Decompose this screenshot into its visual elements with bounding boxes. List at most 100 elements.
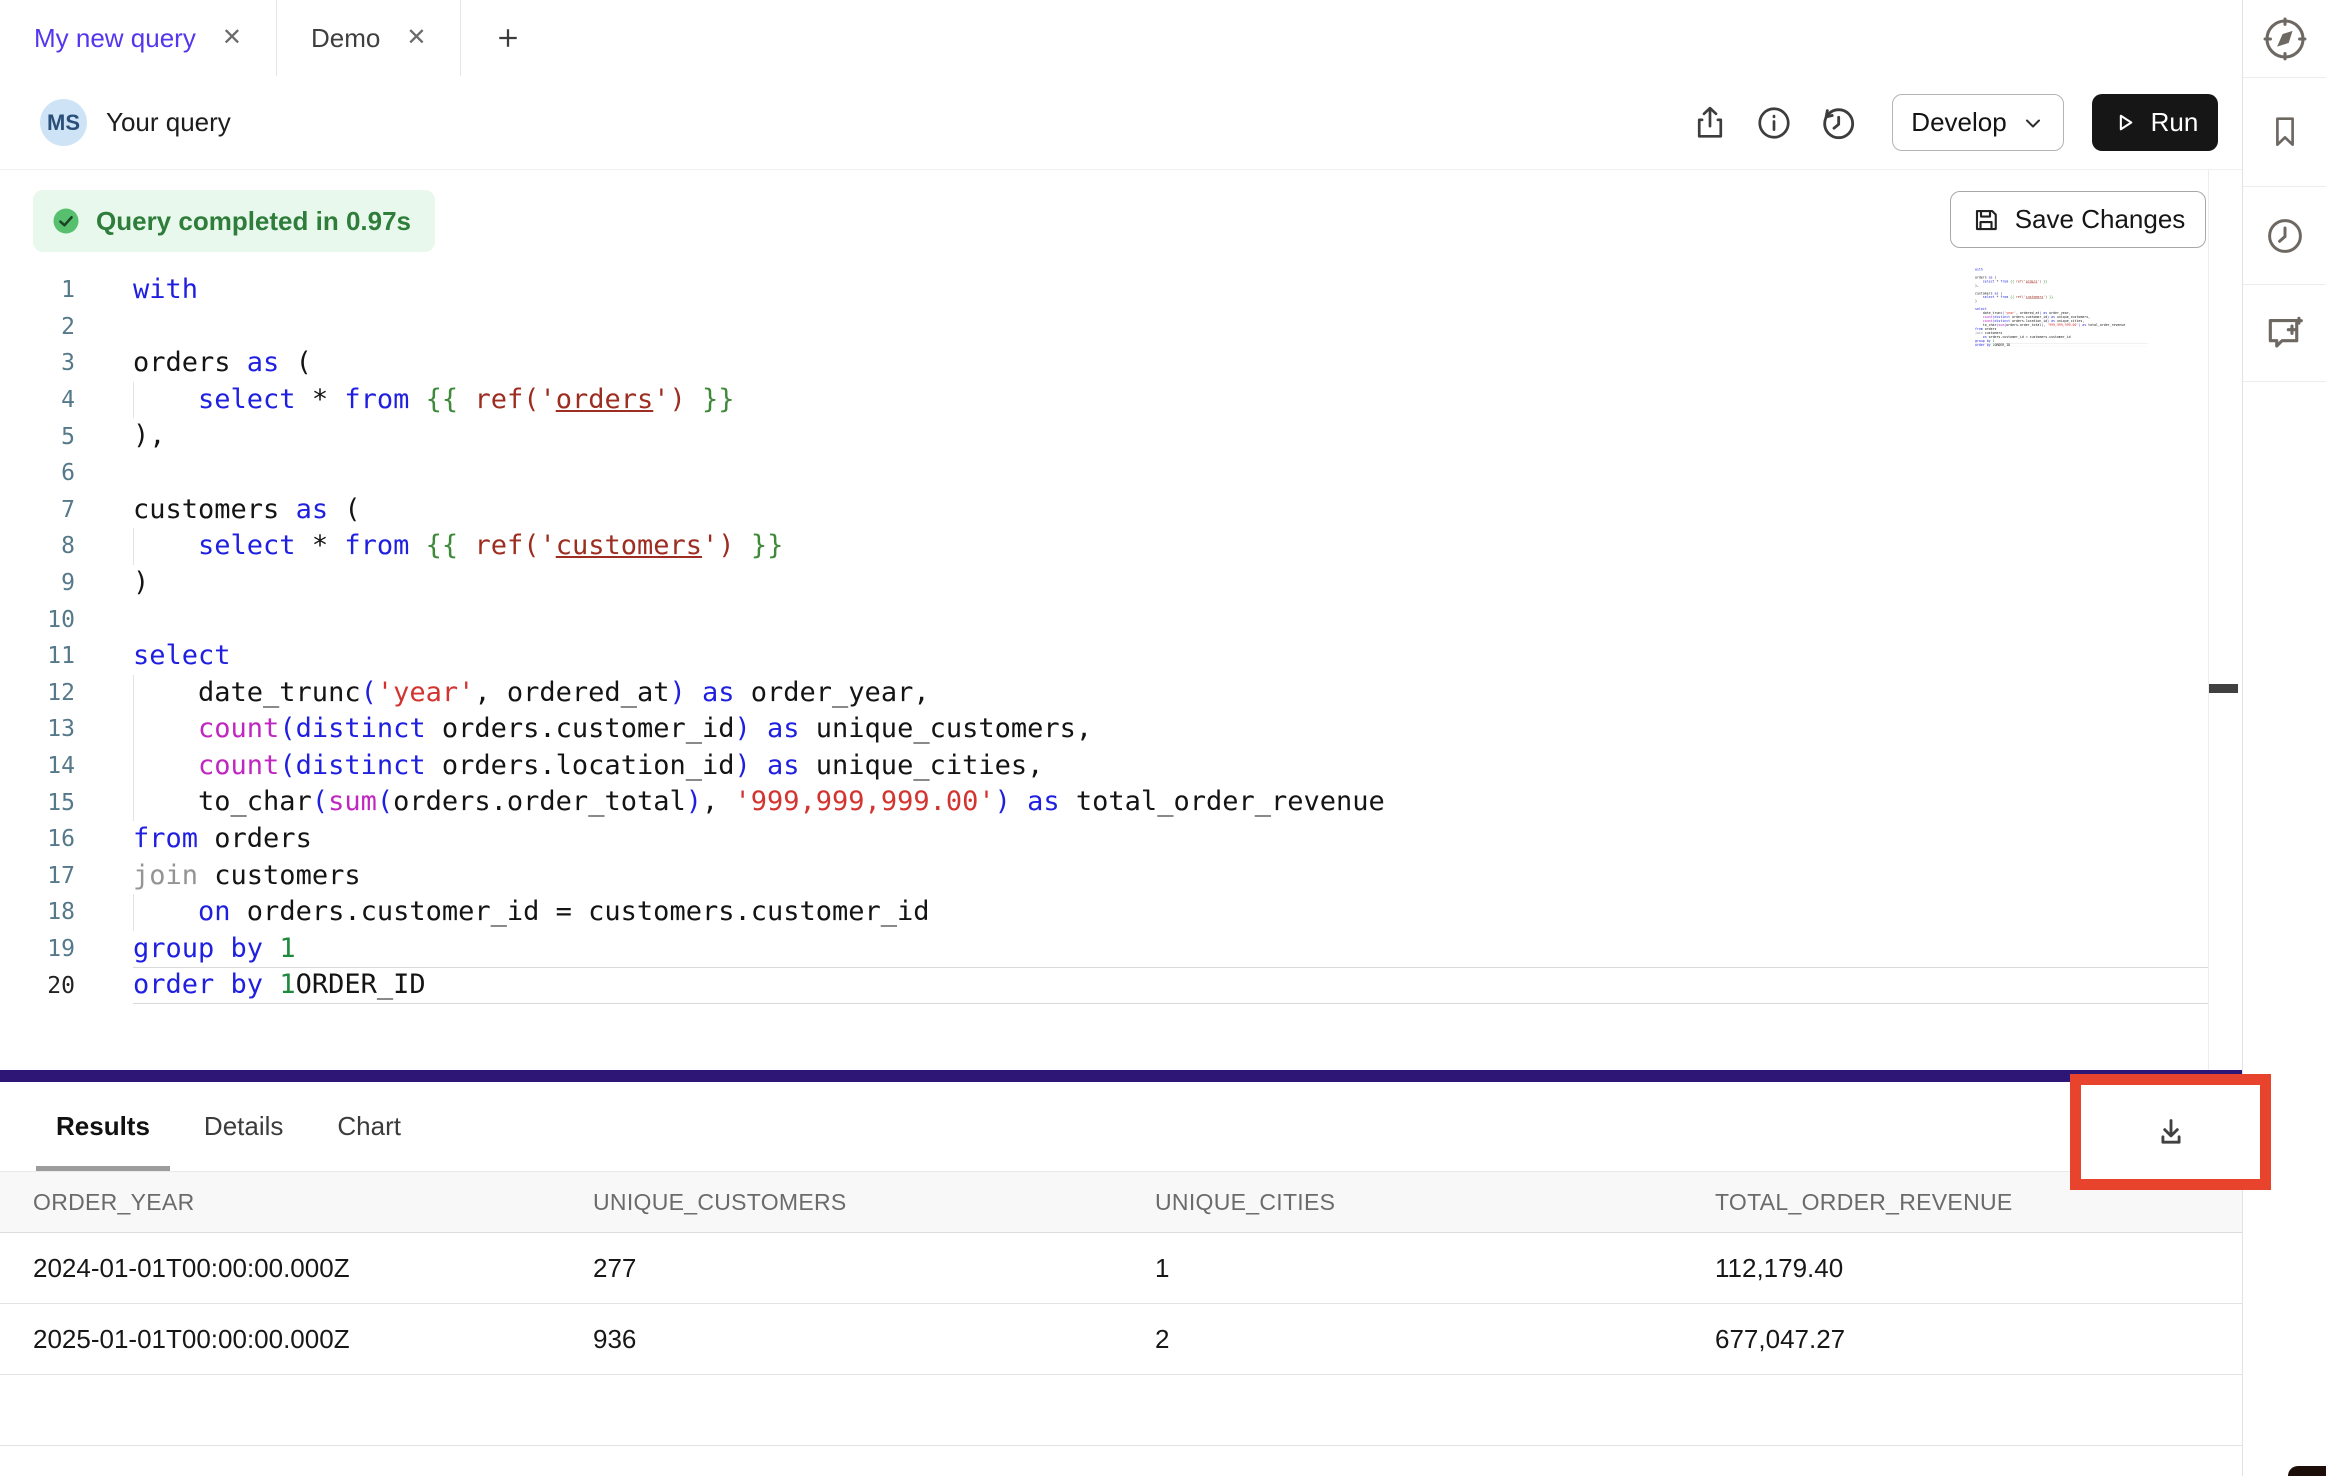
code-text: ), bbox=[133, 418, 2208, 455]
compass-icon bbox=[2262, 16, 2308, 62]
plus-icon bbox=[493, 23, 523, 53]
editor-right-border bbox=[2208, 170, 2209, 1070]
line-number: 9 bbox=[0, 570, 75, 596]
code-line[interactable]: 20order by 1ORDER_ID bbox=[0, 967, 2208, 1004]
line-number: 20 bbox=[0, 973, 75, 999]
develop-dropdown[interactable]: Develop bbox=[1892, 94, 2064, 151]
code-text: ) bbox=[1975, 300, 2148, 304]
code-line[interactable]: 10 bbox=[0, 601, 2208, 638]
code-line[interactable]: 16from orders bbox=[0, 821, 2208, 858]
table-cell: 2025-01-01T00:00:00.000Z bbox=[0, 1324, 560, 1355]
close-icon[interactable]: ✕ bbox=[406, 26, 426, 50]
line-number: 8 bbox=[0, 533, 75, 559]
results-table-body: 2024-01-01T00:00:00.000Z2771112,179.4020… bbox=[0, 1233, 2242, 1375]
column-header: TOTAL_ORDER_REVENUE bbox=[1682, 1189, 2242, 1216]
table-row-empty bbox=[0, 1375, 2242, 1446]
code-line[interactable]: 7customers as ( bbox=[0, 492, 2208, 529]
code-line[interactable]: 1with bbox=[0, 272, 2208, 309]
compass-button[interactable] bbox=[2243, 0, 2326, 78]
check-circle-icon bbox=[51, 206, 81, 236]
code-line[interactable]: 18 on orders.customer_id = customers.cus… bbox=[0, 894, 2208, 931]
scrollbar-thumb[interactable] bbox=[2209, 684, 2238, 693]
save-label: Save Changes bbox=[2015, 204, 2186, 235]
tab-results[interactable]: Results bbox=[36, 1082, 170, 1171]
annotation-highlight-box bbox=[2070, 1074, 2271, 1190]
table-row[interactable]: 2025-01-01T00:00:00.000Z9362677,047.27 bbox=[0, 1304, 2242, 1375]
bookmarks-button[interactable] bbox=[2243, 78, 2326, 187]
code-line[interactable]: 11select bbox=[0, 638, 2208, 675]
app-root: My new query ✕ Demo ✕ MS Your query bbox=[0, 0, 2326, 1476]
code-line[interactable]: 17join customers bbox=[0, 858, 2208, 895]
bookmark-icon bbox=[2266, 113, 2304, 151]
code-text: to_char(sum(orders.order_total), '999,99… bbox=[133, 784, 2208, 821]
code-line[interactable]: 12 date_trunc('year', ordered_at) as ord… bbox=[0, 675, 2208, 712]
tab-label: My new query bbox=[34, 23, 196, 54]
table-cell: 1 bbox=[1122, 1253, 1682, 1284]
code-line[interactable]: 2 bbox=[0, 309, 2208, 346]
code-line: ), bbox=[1975, 284, 2148, 288]
line-number: 18 bbox=[0, 899, 75, 925]
right-sidebar bbox=[2242, 0, 2326, 1476]
corner-overlay bbox=[2288, 1466, 2326, 1476]
new-tab-button[interactable] bbox=[461, 0, 555, 76]
share-button[interactable] bbox=[1678, 94, 1742, 151]
code-text: select bbox=[133, 638, 2208, 675]
tab-label: Demo bbox=[311, 23, 380, 54]
code-line[interactable]: 15 to_char(sum(orders.order_total), '999… bbox=[0, 784, 2208, 821]
code-text: count(distinct orders.customer_id) as un… bbox=[133, 711, 2208, 748]
close-icon[interactable]: ✕ bbox=[222, 26, 242, 50]
code-text: on orders.customer_id = customers.custom… bbox=[133, 894, 2208, 931]
code-line[interactable]: 19group by 1 bbox=[0, 931, 2208, 968]
results-tab-bar: Results Details Chart bbox=[0, 1082, 2242, 1172]
code-line[interactable]: 5), bbox=[0, 418, 2208, 455]
line-number: 2 bbox=[0, 314, 75, 340]
tab-my-new-query[interactable]: My new query ✕ bbox=[0, 0, 277, 76]
code-text: with bbox=[1975, 268, 2148, 272]
save-icon bbox=[1971, 205, 2001, 235]
tab-label: Details bbox=[204, 1111, 283, 1142]
history-rail-button[interactable] bbox=[2243, 187, 2326, 285]
history-button[interactable] bbox=[1806, 94, 1870, 151]
code-line: order by 1ORDER_ID bbox=[1975, 343, 2148, 347]
line-number: 7 bbox=[0, 497, 75, 523]
table-cell: 2024-01-01T00:00:00.000Z bbox=[0, 1253, 560, 1284]
page-title: Your query bbox=[106, 107, 231, 138]
status-text: Query completed in 0.97s bbox=[96, 206, 411, 237]
develop-label: Develop bbox=[1911, 107, 2006, 138]
code-line[interactable]: 3orders as ( bbox=[0, 345, 2208, 382]
code-line[interactable]: 4 select * from {{ ref('orders') }} bbox=[0, 382, 2208, 419]
save-changes-button[interactable]: Save Changes bbox=[1950, 191, 2206, 248]
table-cell: 936 bbox=[560, 1324, 1122, 1355]
code-line[interactable]: 6 bbox=[0, 455, 2208, 492]
editor-tab-bar: My new query ✕ Demo ✕ bbox=[0, 0, 2242, 77]
code-line[interactable]: 9) bbox=[0, 565, 2208, 602]
table-row[interactable]: 2024-01-01T00:00:00.000Z2771112,179.40 bbox=[0, 1233, 2242, 1304]
column-header: UNIQUE_CUSTOMERS bbox=[560, 1189, 1122, 1216]
ai-assistant-button[interactable] bbox=[2243, 285, 2326, 382]
code-line[interactable]: 8 select * from {{ ref('customers') }} bbox=[0, 528, 2208, 565]
chevron-down-icon bbox=[2021, 111, 2045, 135]
line-number: 16 bbox=[0, 826, 75, 852]
table-cell: 677,047.27 bbox=[1682, 1324, 2242, 1355]
tab-details[interactable]: Details bbox=[184, 1082, 303, 1171]
panel-resize-divider[interactable] bbox=[0, 1070, 2242, 1082]
code-line[interactable]: 13 count(distinct orders.customer_id) as… bbox=[0, 711, 2208, 748]
code-text: ), bbox=[1975, 284, 2148, 288]
tab-chart[interactable]: Chart bbox=[317, 1082, 421, 1171]
editor-minimap[interactable]: withorders as ( select * from {{ ref('or… bbox=[1975, 268, 2150, 363]
table-cell: 277 bbox=[560, 1253, 1122, 1284]
table-cell: 2 bbox=[1122, 1324, 1682, 1355]
column-header: UNIQUE_CITIES bbox=[1122, 1189, 1682, 1216]
column-header: ORDER_YEAR bbox=[0, 1189, 560, 1216]
line-number: 12 bbox=[0, 680, 75, 706]
code-line: with bbox=[1975, 268, 2148, 272]
line-number: 5 bbox=[0, 424, 75, 450]
download-results-button[interactable] bbox=[2147, 1113, 2195, 1151]
info-button[interactable] bbox=[1742, 94, 1806, 151]
code-text: select * from {{ ref('customers') }} bbox=[133, 528, 2208, 565]
code-line[interactable]: 14 count(distinct orders.location_id) as… bbox=[0, 748, 2208, 785]
code-text: orders as ( bbox=[133, 345, 2208, 382]
sql-editor[interactable]: 1with 2 3orders as (4 select * from {{ ref… bbox=[0, 272, 2208, 1004]
tab-demo[interactable]: Demo ✕ bbox=[277, 0, 461, 76]
run-button[interactable]: Run bbox=[2092, 94, 2218, 151]
